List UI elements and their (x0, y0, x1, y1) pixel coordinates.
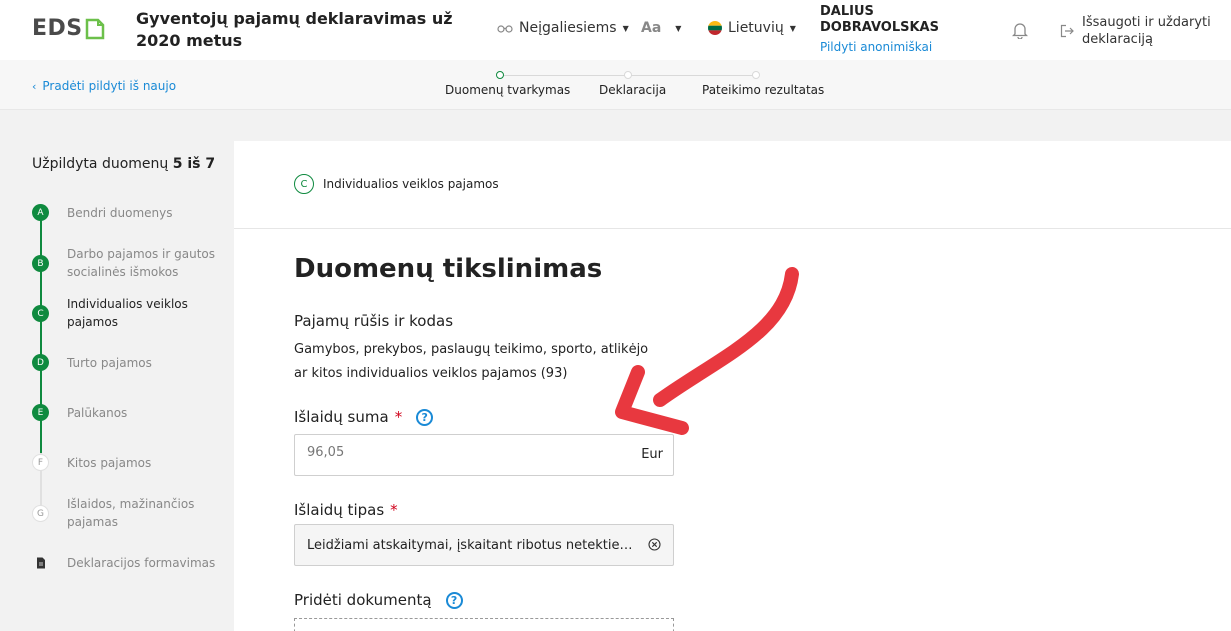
sidebar-item-bendri-duomenys[interactable]: A Bendri duomenys (32, 204, 217, 222)
step-badge: B (32, 255, 49, 272)
save-and-close-label: Išsaugoti ir uždaryti deklaraciją (1082, 15, 1211, 47)
currency-suffix: Eur (641, 447, 663, 462)
step-badge: E (32, 404, 49, 421)
step-badge: D (32, 354, 49, 371)
section-label: Individualios veiklos pajamos (323, 177, 499, 191)
accessibility-label: Neįgaliesiems (519, 20, 617, 36)
lithuania-flag-icon (708, 21, 722, 35)
step-badge: G (32, 505, 49, 522)
progress-prefix: Užpildyta duomenų (32, 156, 169, 172)
clear-icon[interactable] (648, 538, 661, 551)
sidebar-item-palukanos[interactable]: E Palūkanos (32, 404, 217, 422)
chevron-left-icon: ‹ (32, 79, 37, 93)
required-mark: * (390, 501, 398, 519)
language-label: Lietuvių (728, 20, 784, 36)
document-logo-icon (85, 18, 104, 39)
step-dot-2 (624, 71, 632, 79)
language-menu[interactable]: Lietuvių ▼ (708, 20, 796, 36)
eds-logo[interactable]: EDS (32, 16, 105, 41)
required-mark: * (394, 408, 403, 426)
sidebar-item-label: Bendri duomenys (67, 206, 173, 220)
sidebar-item-turto-pajamos[interactable]: D Turto pajamos (32, 354, 217, 372)
accessibility-menu[interactable]: Neįgaliesiems ▼ (497, 20, 629, 36)
step-badge: C (32, 305, 49, 322)
font-size-menu[interactable]: Aa ▼ (641, 20, 681, 36)
chevron-down-icon: ▼ (622, 23, 629, 33)
annotation-arrow-icon (615, 267, 799, 435)
step-data-management[interactable]: Duomenų tvarkymas (445, 83, 570, 97)
user-name: DALIUS DOBRAVOLSKAS (820, 4, 939, 35)
top-header: EDS Gyventojų pajamų deklaravimas už 202… (0, 0, 1231, 60)
expense-type-label-text: Išlaidų tipas (294, 501, 385, 519)
sidebar-item-label: Turto pajamos (67, 356, 152, 370)
sidebar-item-individualios-veiklos[interactable]: C Individualios veiklos pajamos (32, 295, 217, 331)
section-badge: C (294, 174, 314, 194)
add-document-label-text: Pridėti dokumentą (294, 591, 432, 609)
sidebar-item-kitos-pajamos[interactable]: F Kitos pajamos (32, 454, 217, 472)
form-title: Duomenų tikslinimas (294, 254, 603, 284)
chevron-down-icon: ▼ (789, 23, 796, 33)
sidebar-item-darbo-pajamos[interactable]: B Darbo pajamos ir gautos socialinės išm… (32, 245, 217, 281)
step-declaration[interactable]: Deklaracija (599, 83, 666, 97)
expense-type-label: Išlaidų tipas * (294, 501, 398, 519)
sidebar-item-deklaracijos-formavimas[interactable]: Deklaracijos formavimas (32, 554, 217, 572)
save-and-close-button[interactable]: Išsaugoti ir uždaryti deklaraciją (1060, 14, 1231, 48)
section-header: C Individualios veiklos pajamos (234, 141, 1231, 229)
sidebar-item-label: Darbo pajamos ir gautos socialinės išmok… (67, 247, 216, 279)
expense-sum-label-text: Išlaidų suma (294, 408, 389, 426)
restart-link[interactable]: ‹ Pradėti pildyti iš naujo (32, 79, 176, 93)
restart-label: Pradėti pildyti iš naujo (42, 79, 177, 93)
document-dropzone[interactable] (294, 618, 674, 631)
sidebar-item-label: Išlaidos, mažinančios pajamas (67, 497, 195, 529)
help-icon[interactable]: ? (416, 408, 434, 426)
step-bar: ‹ Pradėti pildyti iš naujo Duomenų tvark… (0, 60, 1231, 110)
add-document-label: Pridėti dokumentą ? (294, 591, 463, 609)
income-type-label: Pajamų rūšis ir kodas (294, 312, 454, 330)
expense-sum-label: Išlaidų suma * ? (294, 408, 434, 426)
sidebar-item-islaidos[interactable]: G Išlaidos, mažinančios pajamas (32, 495, 217, 531)
sidebar-item-label: Deklaracijos formavimas (67, 556, 216, 570)
fill-anonymously-link[interactable]: Pildyti anonimiškai (820, 40, 932, 54)
logo-text: EDS (32, 16, 83, 41)
expense-type-select[interactable]: Leidžiami atskaitymai, įskaitant ribotus… (294, 524, 674, 566)
document-icon (32, 554, 49, 571)
progress-value: 5 iš 7 (172, 156, 216, 172)
page-title: Gyventojų pajamų deklaravimas už 2020 me… (136, 9, 453, 50)
sidebar-item-label: Palūkanos (67, 406, 128, 420)
logout-icon (1060, 24, 1074, 38)
expense-type-value: Leidžiami atskaitymai, įskaitant ribotus… (307, 538, 637, 553)
expense-sum-input[interactable] (307, 445, 627, 460)
bell-icon[interactable] (1012, 21, 1028, 39)
step-submission-result[interactable]: Pateikimo rezultatas (702, 83, 824, 97)
section-indicator: C Individualios veiklos pajamos (294, 174, 499, 194)
step-dot-1 (496, 71, 504, 79)
glasses-icon (497, 25, 513, 33)
chevron-down-icon: ▼ (675, 23, 682, 33)
progress-summary: Užpildyta duomenų 5 iš 7 (32, 156, 215, 172)
step-badge: F (32, 454, 49, 471)
sidebar-item-label: Kitos pajamos (67, 456, 152, 470)
sidebar-item-label: Individualios veiklos pajamos (67, 297, 188, 329)
step-dot-3 (752, 71, 760, 79)
step-badge: A (32, 204, 49, 221)
font-size-label: Aa (641, 20, 662, 36)
help-icon[interactable]: ? (445, 591, 463, 609)
